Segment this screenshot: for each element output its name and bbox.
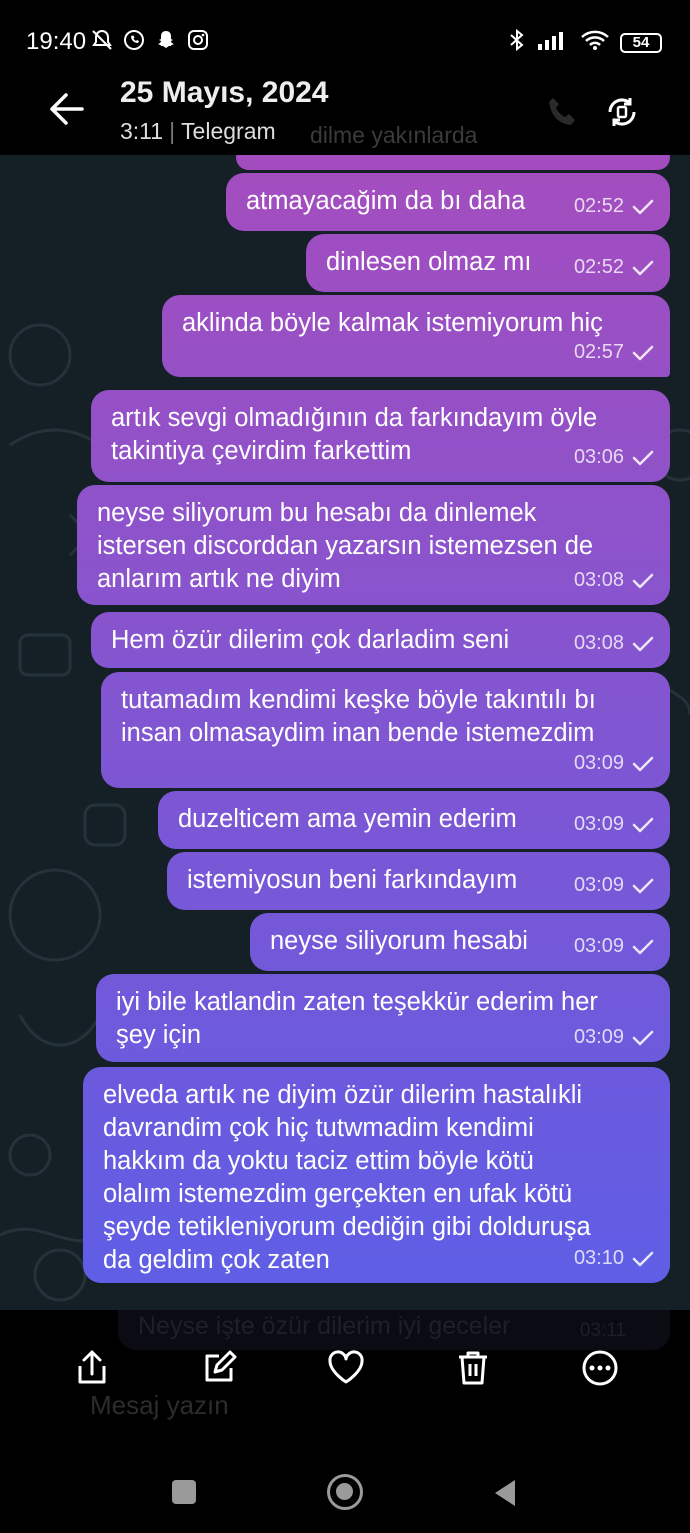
message-bubble: artık sevgi olmadığının da farkındayım ö… [91,390,670,482]
message-time: 03:09 [573,813,624,835]
message-meta: 02:57 [574,336,654,369]
bluetooth-icon [508,28,526,57]
message-time: 03:08 [573,569,624,591]
ghost-last-message-time: 03:11 [579,1320,626,1341]
sent-check-icon [632,450,654,465]
signal-icon [536,29,570,56]
sent-check-icon [632,573,654,588]
ghost-last-message: Neyse işte özür dilerim iyi geceler 03:1… [118,1310,670,1350]
message-meta: 03:08 [574,564,654,597]
system-nav-bar [0,1450,690,1533]
message-text: artık sevgi olmadığının da farkındayım ö… [111,404,598,465]
sent-check-icon [632,345,654,360]
message-bubble: iyi bile katlandin zaten teşekkür ederim… [96,974,670,1062]
message-bubble: elveda artık ne diyim özür dilerim hasta… [83,1067,670,1283]
message-bubble: atmayacağim da bı daha 02:52 [226,173,670,231]
message-text: elveda artık ne diyim özür dilerim hasta… [103,1081,591,1274]
message-time: 03:09 [573,752,624,774]
message-meta: 03:09 [574,1021,654,1054]
back-arrow-icon[interactable] [44,86,98,132]
message-time: 02:52 [573,256,624,278]
delete-icon[interactable] [453,1348,493,1388]
message-time: 03:10 [573,1247,624,1269]
sent-check-icon [632,636,654,651]
message-meta: 03:06 [574,441,654,474]
message-time: 03:09 [573,874,624,896]
more-options-icon[interactable] [580,1348,620,1388]
message-time: 02:52 [573,195,624,217]
message-bubble: neyse siliyorum bu hesabı da dinlemek is… [77,485,670,605]
header-subtitle: 3:11 | Telegram [120,118,276,145]
message-bubble: Hem özür dilerim çok darladim seni 03:08 [91,612,670,668]
message-bubble: aklinda böyle kalmak istemiyorum hiç 02:5… [162,295,670,377]
message-bubble: tutamadım kendimi keşke böyle takıntılı … [101,672,670,788]
message-text: tutamadım kendimi keşke böyle takıntılı … [121,686,596,747]
message-time: 03:06 [573,446,624,468]
message-time: 03:09 [573,1026,624,1048]
bell-off-icon [90,28,114,52]
recents-button[interactable] [172,1480,196,1504]
photo-action-bar: Neyse işte özür dilerim iyi geceler 03:1… [0,1310,690,1450]
system-status: 54 [508,28,662,57]
source-app: Telegram [181,118,276,144]
phone-icon [545,94,581,130]
ghost-message-input: Mesaj yazın [90,1390,229,1420]
message-time: 03:08 [573,632,624,654]
ghost-chat-subtitle: dilme yakınlarda [310,122,478,148]
edit-icon[interactable] [199,1348,239,1388]
sent-check-icon [632,1251,654,1266]
message-text: Hem özür dilerim çok darladim seni [111,626,510,654]
message-time: 02:57 [573,341,624,363]
message-bubble: duzelticem ama yemin ederim 03:09 [158,791,670,849]
message-bubble: istemiyosun beni farkındayım 03:09 [167,852,670,910]
instagram-icon [186,28,210,52]
message-meta: 03:09 [574,747,654,780]
sent-check-icon [632,1030,654,1045]
chat-area[interactable]: atmayacağim da bı daha 02:52 dinlesen olma… [0,155,690,1310]
home-dot [336,1483,353,1500]
message-text: iyi bile katlandin zaten teşekkür ederim… [116,988,598,1049]
partial-message-bubble [236,155,670,170]
favorite-icon[interactable] [326,1348,366,1388]
message-text: neyse siliyorum bu hesabı da dinlemek is… [97,499,594,593]
notification-icons [90,28,210,52]
viewer-header: dilme yakınlarda 25 Mayıs, 2024 3:11 | Tel… [0,60,690,160]
message-meta: 03:10 [574,1242,654,1275]
rotate-screen-icon[interactable] [602,92,642,132]
message-bubble: dinlesen olmaz mı 02:52 [306,234,670,292]
whatsapp-icon [122,28,146,52]
message-bubble: neyse siliyorum hesabi 03:09 [250,913,670,971]
ghost-last-message-text: Neyse işte özür dilerim iyi geceler [138,1312,511,1340]
message-meta: 03:09 [574,808,654,841]
photo-time: 3:11 [120,118,164,144]
message-time: 03:09 [573,935,624,957]
message-meta: 03:08 [574,627,654,660]
status-time: 19:40 [26,28,87,55]
page-title: 25 Mayıs, 2024 [120,76,329,109]
home-button[interactable] [327,1474,363,1510]
message-meta: 03:09 [574,930,654,963]
sent-check-icon [632,199,654,214]
divider: | [169,118,176,144]
sent-check-icon [632,817,654,832]
message-meta: 03:09 [574,869,654,902]
sent-check-icon [632,756,654,771]
sent-check-icon [632,878,654,893]
back-button[interactable] [493,1478,517,1513]
share-icon[interactable] [72,1348,112,1388]
message-meta: 02:52 [574,251,654,284]
message-meta: 02:52 [574,190,654,223]
sent-check-icon [632,939,654,954]
snapchat-icon [154,28,178,52]
wifi-icon [580,29,610,56]
sent-check-icon [632,260,654,275]
battery-indicator: 54 [620,32,662,53]
